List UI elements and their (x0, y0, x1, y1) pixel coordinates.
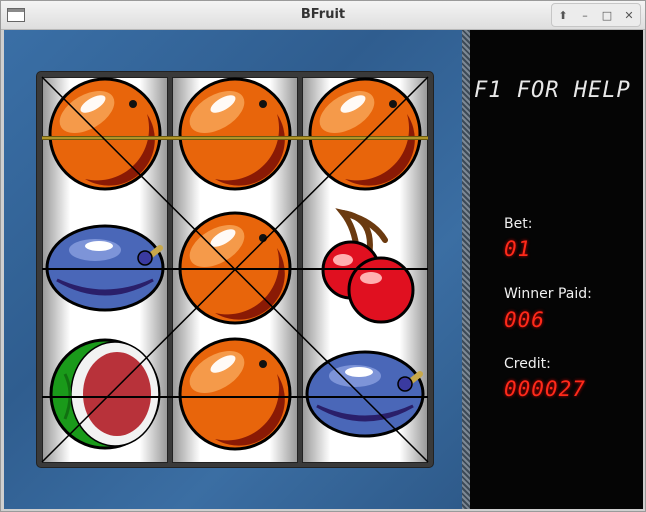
bet-label: Bet: (504, 216, 533, 232)
arrow-up-icon[interactable]: ⬆ (553, 5, 573, 25)
credit-label: Credit: (504, 356, 551, 372)
paylines (41, 76, 429, 463)
title-bar[interactable]: BFruit ⬆ – □ ✕ (1, 1, 645, 30)
winner-paid-value: 006 (504, 308, 545, 332)
score-panel: F1 FOR HELP Bet: 01 Winner Paid: 006 Cre… (470, 30, 643, 509)
maximize-icon[interactable]: □ (597, 5, 617, 25)
window-controls: ⬆ – □ ✕ (551, 3, 641, 27)
minimize-icon[interactable]: – (575, 5, 595, 25)
close-icon[interactable]: ✕ (619, 5, 639, 25)
help-hint: F1 FOR HELP (474, 78, 631, 103)
winner-paid-label: Winner Paid: (504, 286, 592, 302)
credit-value: 000027 (504, 377, 586, 401)
panel-divider (462, 30, 470, 509)
game-area: F1 FOR HELP Bet: 01 Winner Paid: 006 Cre… (4, 30, 643, 509)
slot-machine[interactable] (37, 72, 433, 467)
machine-background (4, 30, 462, 509)
bet-value: 01 (504, 237, 532, 261)
app-window: BFruit ⬆ – □ ✕ F1 FOR HELP Bet: 01 Winne… (0, 0, 646, 512)
window-title: BFruit (300, 7, 346, 22)
